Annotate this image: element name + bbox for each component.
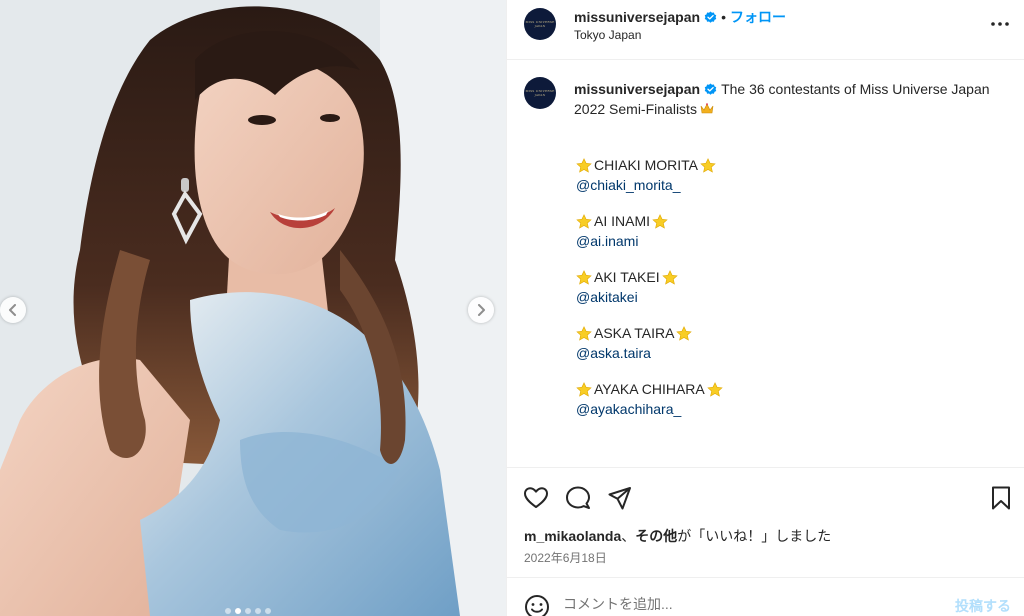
brand-logo: MISS UNIVERSE JAPAN — [525, 89, 555, 97]
location-link[interactable]: Tokyo Japan — [574, 28, 641, 42]
star-icon — [576, 381, 592, 397]
post-comment-button[interactable]: 投稿する — [955, 596, 1011, 616]
carousel-next-button[interactable] — [468, 297, 494, 323]
chevron-left-icon — [9, 304, 16, 316]
chevron-right-icon — [478, 304, 485, 316]
likes-suffix: が「いいね！」しました — [677, 528, 832, 544]
author-username[interactable]: missuniversejapan — [574, 9, 700, 25]
likes-connector: 、 — [621, 528, 636, 544]
contestant-handle-link[interactable]: @akitakei — [576, 287, 678, 307]
contestant-entry: AI INAMI @ai.inami — [576, 211, 668, 251]
caption-area: MISS UNIVERSE JAPAN missuniversejapan The… — [507, 61, 1024, 467]
carousel-dot — [255, 608, 261, 614]
star-icon — [652, 213, 668, 229]
separator-dot: • — [721, 9, 726, 25]
contestant-name: AYAKA CHIHARA — [594, 381, 705, 397]
carousel-prev-button[interactable] — [0, 297, 26, 323]
post-caption: missuniversejapan The 36 contestants of … — [574, 79, 1004, 119]
verified-badge-icon — [704, 83, 717, 95]
liker-username[interactable]: m_mikaolanda — [524, 528, 621, 544]
contestant-name: ASKA TAIRA — [594, 325, 675, 341]
heart-icon[interactable] — [523, 485, 549, 511]
contestant-name: CHIAKI MORITA — [594, 157, 698, 173]
post-side-panel: MISS UNIVERSE JAPAN missuniversejapan • フ… — [506, 0, 1024, 616]
carousel-dot — [245, 608, 251, 614]
crown-icon — [700, 103, 714, 114]
post-photo — [0, 0, 506, 616]
contestant-entry: ASKA TAIRA @aska.taira — [576, 323, 693, 363]
verified-badge-icon — [704, 10, 717, 23]
follow-button[interactable]: フォロー — [730, 7, 786, 27]
comment-input[interactable] — [563, 592, 943, 616]
carousel-dot — [225, 608, 231, 614]
star-icon — [707, 381, 723, 397]
star-icon — [576, 157, 592, 173]
likes-summary: m_mikaolanda、その他が「いいね！」しました — [524, 526, 831, 546]
share-icon[interactable] — [607, 485, 633, 511]
post-date[interactable]: 2022年6月18日 — [524, 549, 607, 566]
star-icon — [676, 325, 693, 341]
star-icon — [576, 213, 592, 229]
brand-logo: MISS UNIVERSE JAPAN — [525, 20, 555, 28]
contestant-entry: AYAKA CHIHARA @ayakachihara_ — [576, 379, 723, 419]
bookmark-icon[interactable] — [988, 485, 1014, 511]
star-icon — [576, 325, 592, 341]
caption-username[interactable]: missuniversejapan — [574, 81, 700, 97]
emoji-icon[interactable] — [524, 594, 550, 616]
more-options-icon[interactable] — [989, 14, 1011, 34]
likes-others-link[interactable]: その他 — [635, 528, 677, 544]
comment-icon[interactable] — [565, 485, 591, 511]
contestant-handle-link[interactable]: @ai.inami — [576, 231, 668, 251]
comment-composer: 投稿する — [507, 577, 1024, 616]
avatar[interactable]: MISS UNIVERSE JAPAN — [524, 8, 556, 40]
post-media[interactable] — [0, 0, 506, 616]
contestant-handle-link[interactable]: @chiaki_morita_ — [576, 175, 716, 195]
contestant-handle-link[interactable]: @ayakachihara_ — [576, 399, 723, 419]
star-icon — [661, 269, 678, 285]
star-icon — [576, 269, 592, 285]
star-icon — [700, 157, 716, 173]
caption-avatar[interactable]: MISS UNIVERSE JAPAN — [524, 77, 556, 109]
contestant-name: AI INAMI — [594, 213, 651, 229]
post-header: MISS UNIVERSE JAPAN missuniversejapan • フ… — [507, 0, 1024, 60]
post-actions: m_mikaolanda、その他が「いいね！」しました 2022年6月18日 — [507, 467, 1024, 577]
carousel-indicator — [225, 608, 271, 614]
contestant-name: AKI TAKEI — [594, 269, 660, 285]
carousel-dot-active — [235, 608, 241, 614]
carousel-dot — [265, 608, 271, 614]
contestant-entry: AKI TAKEI @akitakei — [576, 267, 678, 307]
contestant-entry: CHIAKI MORITA @chiaki_morita_ — [576, 155, 716, 195]
contestant-handle-link[interactable]: @aska.taira — [576, 343, 692, 363]
